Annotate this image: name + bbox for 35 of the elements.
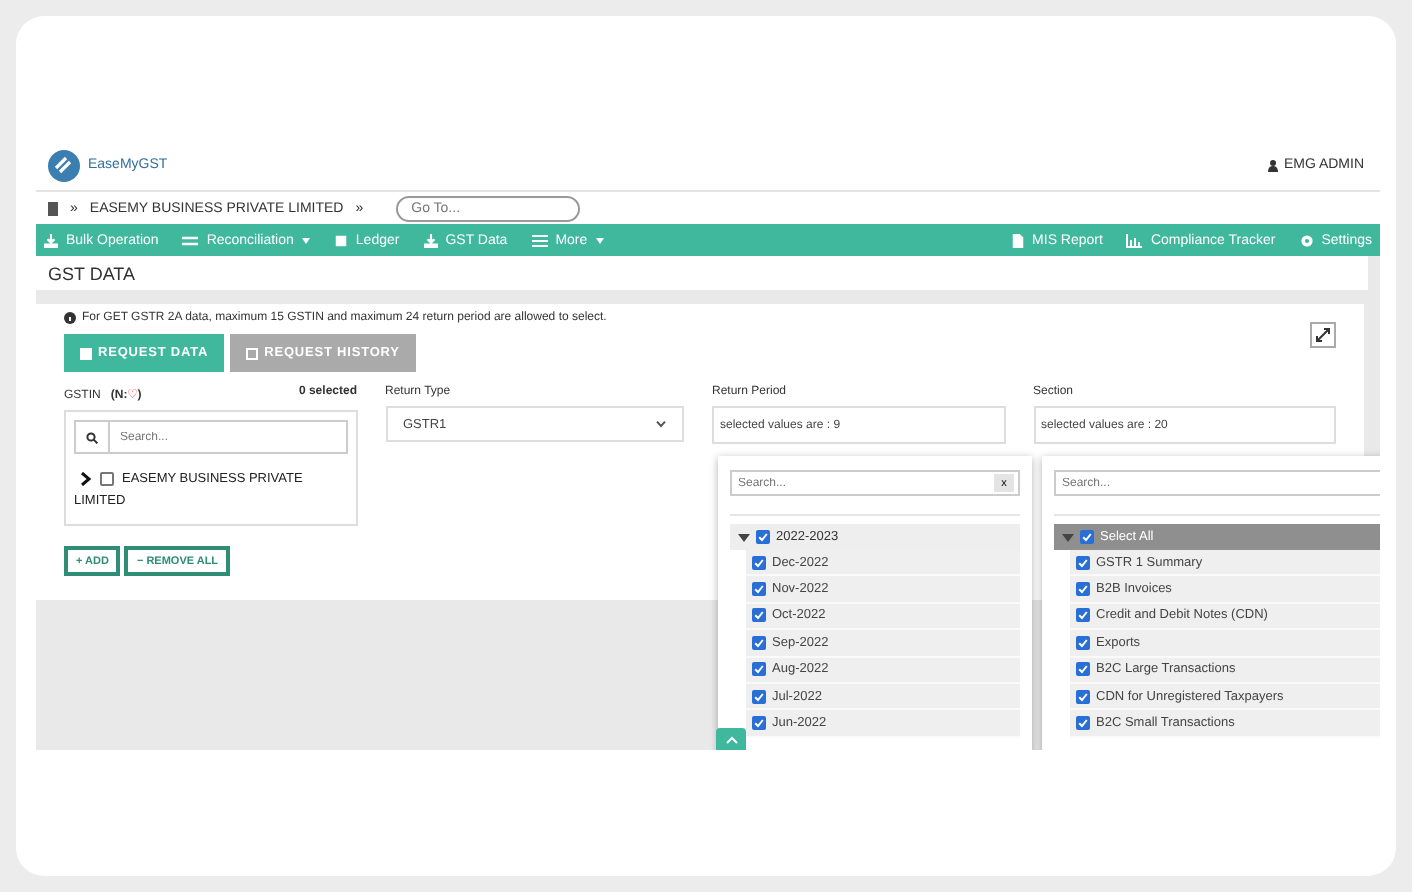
- expand-button[interactable]: [1310, 322, 1336, 348]
- checkbox[interactable]: [1076, 608, 1090, 623]
- expand-icon: [1316, 328, 1330, 342]
- chevron-down-icon: [656, 420, 666, 428]
- user-icon: [1267, 159, 1278, 171]
- checkbox[interactable]: [1076, 555, 1090, 570]
- page-title: GST DATA: [48, 263, 136, 283]
- checkbox[interactable]: [752, 662, 766, 677]
- caret-icon: [595, 237, 604, 243]
- checkbox[interactable]: [100, 472, 114, 486]
- checkbox[interactable]: [752, 582, 766, 597]
- file-icon: [1012, 233, 1025, 247]
- menu-icon: [531, 233, 548, 247]
- checkbox[interactable]: [1080, 530, 1094, 544]
- download-icon: [423, 233, 438, 247]
- logo-icon: [48, 149, 80, 181]
- checkbox[interactable]: [756, 530, 770, 544]
- checkbox[interactable]: [1076, 716, 1090, 731]
- chevron-icon[interactable]: [80, 472, 92, 486]
- checkbox[interactable]: [752, 608, 766, 623]
- download-icon: [44, 233, 58, 247]
- chevron-up-icon: [725, 736, 737, 744]
- checkbox[interactable]: [752, 716, 766, 731]
- info-icon: [64, 312, 76, 324]
- settings-icon: [1299, 233, 1314, 247]
- caret-icon: [301, 237, 310, 243]
- checkbox[interactable]: [1076, 635, 1090, 650]
- bar-chart-icon: [1126, 233, 1143, 247]
- search-icon: [86, 431, 98, 443]
- checkbox[interactable]: [1076, 582, 1090, 597]
- checkbox[interactable]: [752, 635, 766, 650]
- checkbox[interactable]: [752, 689, 766, 704]
- checkbox[interactable]: [752, 555, 766, 570]
- checkbox[interactable]: [1076, 662, 1090, 677]
- checkbox[interactable]: [1076, 689, 1090, 704]
